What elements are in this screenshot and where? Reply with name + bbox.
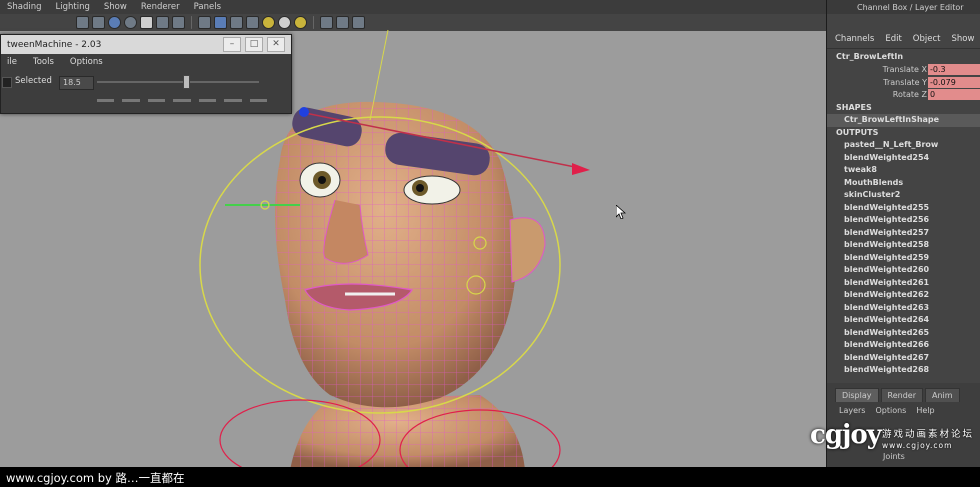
output-item[interactable]: blendWeighted268 [827,364,980,377]
output-item[interactable]: blendWeighted255 [827,202,980,215]
output-item[interactable]: MouthBlends [827,177,980,190]
tween-machine-window: tweenMachine - 2.03 – □ ✕ ile Tools Opti… [0,34,292,114]
video-caption-bar: www.cgjoy.com by 路…一直都在 [0,467,980,487]
tween-preset-button[interactable] [249,99,267,102]
tween-preset-button[interactable] [198,99,217,102]
shapes-section-label: SHAPES [836,102,872,112]
watermark-logo: cgjoy [810,420,882,450]
channel-box-spacer [827,14,980,32]
shape-item[interactable]: Ctr_BrowLeftInShape [827,114,980,127]
output-item[interactable]: blendWeighted258 [827,239,980,252]
selected-checkbox[interactable] [2,77,12,88]
output-item[interactable]: blendWeighted262 [827,289,980,302]
watermark-url: www.cgjoy.com [882,441,953,450]
tween-slider-track[interactable] [97,81,259,83]
tween-selected-row: Selected 18.5 [1,70,291,96]
minimize-button[interactable]: – [223,37,241,52]
tween-preset-button[interactable] [173,99,191,102]
tween-preset-button[interactable] [147,99,166,102]
close-button[interactable]: ✕ [267,37,285,52]
tween-menu-tools[interactable]: Tools [33,57,54,67]
maximize-button[interactable]: □ [245,37,263,52]
attr-row-translate-x: Translate X -0.3 [827,64,980,77]
cb-menu-edit[interactable]: Edit [885,34,901,44]
tween-preset-button[interactable] [97,99,115,102]
video-caption: www.cgjoy.com by 路…一直都在 [6,471,185,485]
tween-machine-menu-bar: ile Tools Options [1,54,291,70]
output-item[interactable]: blendWeighted254 [827,152,980,165]
tween-menu-file[interactable]: ile [7,57,17,67]
le-menu-options[interactable]: Options [875,406,906,418]
le-menu-help[interactable]: Help [916,406,934,418]
output-item[interactable]: skinCluster2 [827,189,980,202]
viewport[interactable]: Shading Lighting Show Renderer Panels tw… [0,0,826,467]
mouse-cursor-icon [615,204,627,222]
output-item[interactable]: blendWeighted261 [827,277,980,290]
channel-box-divider [827,48,980,49]
output-item[interactable]: blendWeighted256 [827,214,980,227]
tween-machine-title-bar[interactable]: tweenMachine - 2.03 – □ ✕ [1,35,291,54]
cb-menu-object[interactable]: Object [913,34,941,44]
channel-box-panel: Channel Box / Layer Editor Channels Edit… [826,0,980,467]
layer-editor-tabs: Display Render Anim [827,388,980,402]
output-item[interactable]: pasted__N_Left_Brow [827,139,980,152]
attr-name[interactable]: Translate Y [883,78,927,87]
le-menu-layers[interactable]: Layers [839,406,865,418]
channel-box-header: Channel Box / Layer Editor [827,0,980,14]
output-item[interactable]: blendWeighted263 [827,302,980,315]
tab-anim[interactable]: Anim [924,388,960,402]
attr-row-rotate-z: Rotate Z 0 [827,89,980,102]
output-item[interactable]: blendWeighted265 [827,327,980,340]
cb-menu-channels[interactable]: Channels [835,34,874,44]
tween-preset-buttons [97,99,267,102]
selected-object-name[interactable]: Ctr_BrowLeftIn [827,52,980,64]
output-item[interactable]: blendWeighted259 [827,252,980,265]
output-item[interactable]: blendWeighted267 [827,352,980,365]
attr-value-field[interactable]: -0.3 [928,64,980,75]
tween-preset-button[interactable] [224,99,242,102]
tween-machine-title: tweenMachine - 2.03 [7,39,102,50]
outputs-section-label: OUTPUTS [836,127,879,137]
attr-name[interactable]: Translate X [883,65,927,74]
selected-value-field[interactable]: 18.5 [59,76,94,90]
output-item[interactable]: blendWeighted257 [827,227,980,240]
attr-value-field[interactable]: 0 [928,89,980,100]
tween-menu-options[interactable]: Options [70,57,103,67]
output-item[interactable]: blendWeighted260 [827,264,980,277]
tab-render[interactable]: Render [880,388,923,402]
output-item[interactable]: tweak8 [827,164,980,177]
layer-item[interactable]: Joints [827,451,980,463]
tab-display[interactable]: Display [835,388,879,402]
channel-box-menu: Channels Edit Object Show [827,32,980,46]
tween-preset-button[interactable] [122,99,140,102]
attr-name[interactable]: Rotate Z [893,90,927,99]
attr-row-translate-y: Translate Y -0.079 [827,76,980,90]
selected-label: Selected [15,76,52,86]
output-item[interactable]: blendWeighted264 [827,314,980,327]
watermark-tagline: 游戏动画素材论坛 [882,429,975,440]
attr-value-field[interactable]: -0.079 [928,76,980,88]
output-item[interactable]: blendWeighted266 [827,339,980,352]
tween-slider-thumb[interactable] [183,75,191,89]
cb-menu-show[interactable]: Show [951,34,974,44]
layer-editor-menu: Layers Options Help [827,406,980,418]
